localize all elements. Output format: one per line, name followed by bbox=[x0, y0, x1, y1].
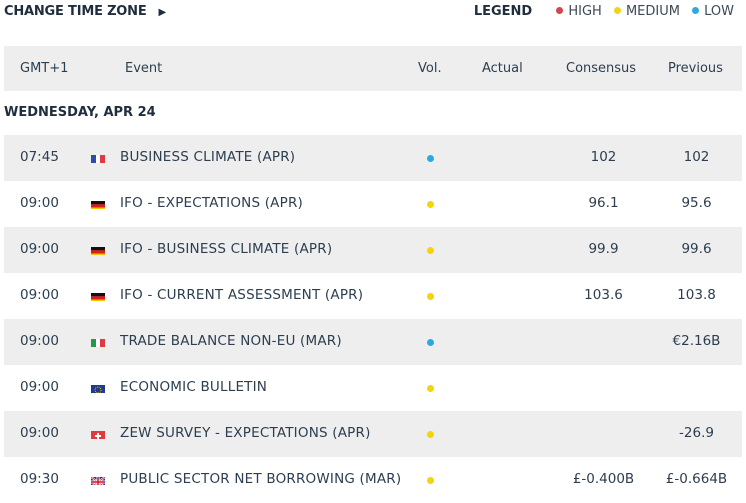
ch-flag-icon bbox=[91, 429, 105, 439]
table-row[interactable]: 09:30 PUBLIC SECTOR NET BORROWING (MAR) … bbox=[4, 457, 742, 503]
header-event: Event bbox=[125, 61, 163, 76]
medium-volatility-dot-icon bbox=[427, 385, 434, 392]
event-time: 09:00 bbox=[20, 333, 59, 349]
fr-flag-icon bbox=[91, 153, 105, 163]
header-consensus: Consensus bbox=[566, 61, 637, 76]
legend-item-medium: MEDIUM bbox=[613, 4, 680, 19]
event-consensus: 102 bbox=[590, 149, 617, 165]
medium-volatility-dot-icon bbox=[427, 477, 434, 484]
medium-volatility-dot-icon bbox=[427, 431, 434, 438]
legend-label-low: LOW bbox=[704, 4, 734, 19]
legend-label-medium: MEDIUM bbox=[625, 4, 680, 19]
medium-dot-icon bbox=[613, 7, 621, 14]
event-previous: 99.6 bbox=[681, 241, 712, 257]
table-header: GMT+1 Event Vol. Actual Consensus Previo… bbox=[4, 46, 742, 91]
event-previous: £-0.664B bbox=[665, 471, 728, 487]
event-consensus: £-0.400B bbox=[572, 471, 635, 487]
event-previous: €2.16B bbox=[672, 333, 721, 349]
medium-volatility-dot-icon bbox=[427, 293, 434, 300]
table-row[interactable]: 09:00 ZEW SURVEY - EXPECTATIONS (APR) -2… bbox=[4, 411, 742, 457]
de-flag-icon bbox=[91, 199, 105, 209]
date-heading: WEDNESDAY, APR 24 bbox=[4, 105, 156, 120]
header-actual: Actual bbox=[482, 61, 523, 76]
header-time: GMT+1 bbox=[20, 61, 69, 76]
legend-item-high: HIGH bbox=[556, 4, 602, 19]
event-name[interactable]: IFO - CURRENT ASSESSMENT (APR) bbox=[120, 287, 363, 303]
event-name[interactable]: BUSINESS CLIMATE (APR) bbox=[120, 149, 295, 165]
legend-title: LEGEND bbox=[473, 4, 533, 19]
event-name[interactable]: IFO - BUSINESS CLIMATE (APR) bbox=[120, 241, 332, 257]
header-volatility: Vol. bbox=[418, 61, 442, 76]
gb-flag-icon bbox=[91, 475, 105, 485]
change-time-zone-label: CHANGE TIME ZONE bbox=[4, 4, 147, 19]
table-row[interactable]: 07:45 BUSINESS CLIMATE (APR) 102 102 bbox=[4, 135, 742, 181]
event-time: 09:30 bbox=[20, 471, 59, 487]
event-time: 07:45 bbox=[20, 149, 59, 165]
low-dot-icon bbox=[692, 7, 700, 14]
legend: LEGEND HIGH MEDIUM LOW bbox=[474, 4, 734, 19]
event-time: 09:00 bbox=[20, 241, 59, 257]
event-time: 09:00 bbox=[20, 195, 59, 211]
event-consensus: 96.1 bbox=[588, 195, 619, 211]
it-flag-icon bbox=[91, 337, 105, 347]
event-consensus: 103.6 bbox=[584, 287, 623, 303]
play-arrow-icon: ▶ bbox=[158, 7, 167, 18]
event-name[interactable]: ZEW SURVEY - EXPECTATIONS (APR) bbox=[120, 425, 371, 441]
event-consensus: 99.9 bbox=[588, 241, 619, 257]
toolbar: CHANGE TIME ZONE ▶ LEGEND HIGH MEDIUM LOW bbox=[0, 0, 746, 46]
event-previous: -26.9 bbox=[679, 425, 714, 441]
event-previous: 102 bbox=[683, 149, 710, 165]
event-name[interactable]: PUBLIC SECTOR NET BORROWING (MAR) bbox=[120, 471, 401, 487]
event-time: 09:00 bbox=[20, 287, 59, 303]
table-row[interactable]: 09:00 IFO - BUSINESS CLIMATE (APR) 99.9 … bbox=[4, 227, 742, 273]
table-row[interactable]: 09:00 IFO - EXPECTATIONS (APR) 96.1 95.6 bbox=[4, 181, 742, 227]
table-row[interactable]: 09:00 IFO - CURRENT ASSESSMENT (APR) 103… bbox=[4, 273, 742, 319]
table-row[interactable]: 09:00 TRADE BALANCE NON-EU (MAR) €2.16B bbox=[4, 319, 742, 365]
medium-volatility-dot-icon bbox=[427, 247, 434, 254]
low-volatility-dot-icon bbox=[427, 339, 434, 346]
medium-volatility-dot-icon bbox=[427, 201, 434, 208]
event-previous: 103.8 bbox=[677, 287, 716, 303]
event-name[interactable]: IFO - EXPECTATIONS (APR) bbox=[120, 195, 303, 211]
event-time: 09:00 bbox=[20, 425, 59, 441]
de-flag-icon bbox=[91, 245, 105, 255]
event-time: 09:00 bbox=[20, 379, 59, 395]
low-volatility-dot-icon bbox=[427, 155, 434, 162]
table-row[interactable]: 09:00 ECONOMIC BULLETIN bbox=[4, 365, 742, 411]
event-previous: 95.6 bbox=[681, 195, 712, 211]
event-name[interactable]: ECONOMIC BULLETIN bbox=[120, 379, 267, 395]
eu-flag-icon bbox=[91, 383, 105, 393]
event-name[interactable]: TRADE BALANCE NON-EU (MAR) bbox=[120, 333, 342, 349]
high-dot-icon bbox=[556, 7, 564, 14]
change-time-zone-button[interactable]: CHANGE TIME ZONE ▶ bbox=[4, 4, 166, 19]
legend-label-high: HIGH bbox=[568, 4, 602, 19]
de-flag-icon bbox=[91, 291, 105, 301]
header-previous: Previous bbox=[668, 61, 723, 76]
legend-item-low: LOW bbox=[692, 4, 734, 19]
